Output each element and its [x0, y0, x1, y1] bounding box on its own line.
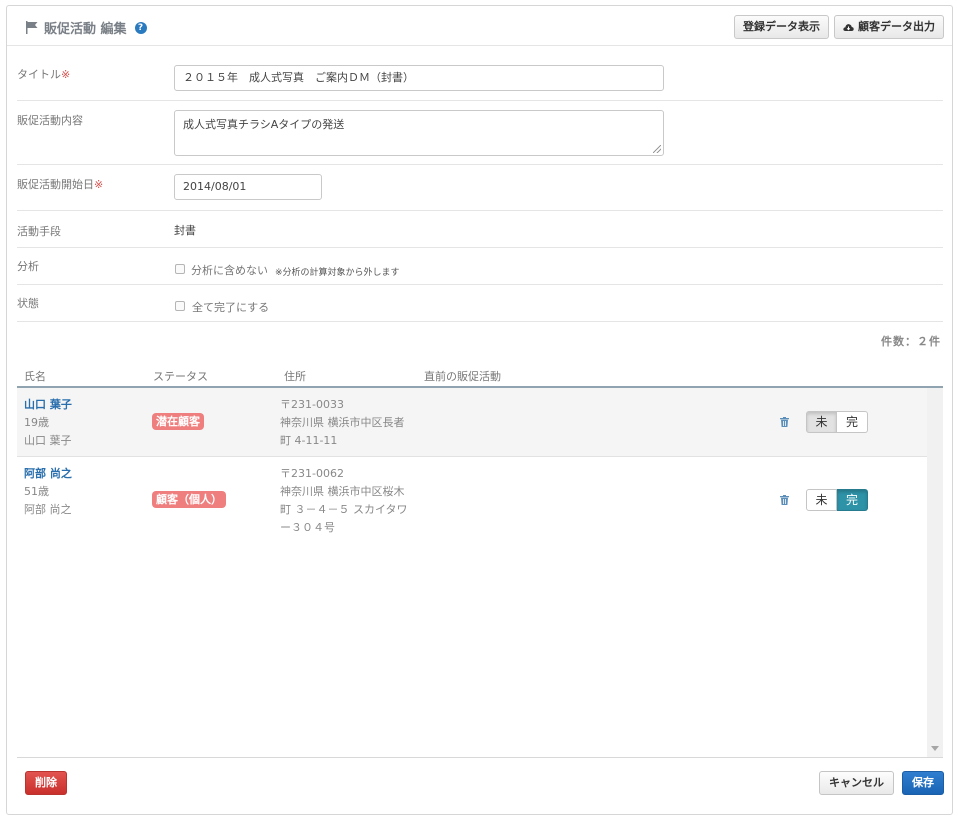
analysis-note: ※分析の計算対象から外します	[275, 268, 400, 278]
page-title: 販促活動 編集 ?	[25, 18, 147, 37]
column-header-name: 氏名	[24, 370, 46, 383]
record-count: 件数：２件	[881, 335, 941, 348]
status-row: 状態 全て完了にする	[17, 285, 943, 322]
show-registered-data-button[interactable]: 登録データ表示	[734, 15, 829, 39]
title-row: タイトル※ ２０１５年 成人式写真 ご案内ＤＭ（封書）	[17, 56, 943, 101]
panel-header: 販促活動 編集 ? 登録データ表示 顧客データ出力	[7, 6, 952, 46]
exclude-analysis-label[interactable]: 分析に含めない	[191, 262, 268, 278]
cloud-download-icon	[843, 23, 854, 31]
table-scrollbar[interactable]	[927, 388, 943, 757]
status-badge: 顧客（個人）	[152, 491, 226, 508]
address-line: ー３０４号	[280, 521, 335, 534]
scroll-down-arrow-icon[interactable]	[931, 746, 939, 751]
customer-name-cell: 阿部 尚之 51歳 阿部 尚之	[24, 465, 72, 519]
status-badge: 潜在顧客	[152, 413, 204, 430]
method-label: 活動手段	[17, 225, 61, 238]
table-row: 阿部 尚之 51歳 阿部 尚之 顧客（個人） 〒231-0062 神奈川県 横浜…	[17, 457, 927, 544]
postal-code: 〒231-0033	[280, 398, 344, 411]
analysis-row: 分析 分析に含めない ※分析の計算対象から外します	[17, 248, 943, 285]
trash-icon[interactable]	[780, 417, 789, 427]
done-button[interactable]: 完	[837, 411, 868, 433]
edit-panel: 販促活動 編集 ? 登録データ表示 顧客データ出力 タイトル※ ２０１５年 成人…	[6, 5, 953, 815]
show-registered-data-label: 登録データ表示	[743, 20, 820, 33]
cancel-button[interactable]: キャンセル	[819, 771, 894, 795]
customer-table-body: 山口 葉子 19歳 山口 葉子 潜在顧客 〒231-0033 神奈川県 横浜市中…	[17, 388, 943, 758]
start-date-label: 販促活動開始日※	[17, 178, 104, 191]
required-mark: ※	[61, 68, 71, 81]
address-line: 町 4-11-11	[280, 434, 338, 447]
complete-all-checkbox[interactable]	[175, 301, 185, 311]
delete-button[interactable]: 削除	[25, 771, 67, 795]
trash-icon[interactable]	[780, 495, 789, 505]
done-button[interactable]: 完	[837, 489, 868, 511]
complete-all-label[interactable]: 全て完了にする	[192, 299, 269, 315]
table-row: 山口 葉子 19歳 山口 葉子 潜在顧客 〒231-0033 神奈川県 横浜市中…	[17, 388, 927, 457]
save-button[interactable]: 保存	[902, 771, 944, 795]
column-header-previous-activity: 直前の販促活動	[424, 370, 501, 383]
address-line: 町 ３－４－５ スカイタワ	[280, 503, 408, 516]
start-date-input[interactable]: 2014/08/01	[174, 174, 322, 200]
content-row: 販促活動内容 成人式写真チラシAタイプの発送	[17, 101, 943, 165]
completion-toggle: 未 完	[806, 411, 868, 433]
help-icon[interactable]: ?	[134, 21, 147, 34]
customer-name-link[interactable]: 阿部 尚之	[24, 465, 72, 483]
postal-code: 〒231-0062	[280, 467, 344, 480]
export-customer-data-button[interactable]: 顧客データ出力	[834, 15, 944, 39]
page-title-text: 販促活動 編集	[44, 22, 127, 37]
method-value: 封書	[174, 224, 196, 237]
address-line: 神奈川県 横浜市中区長者	[280, 416, 405, 429]
content-textarea[interactable]: 成人式写真チラシAタイプの発送	[174, 110, 664, 156]
completion-toggle: 未 完	[806, 489, 868, 511]
analysis-label: 分析	[17, 260, 39, 273]
address-line: 神奈川県 横浜市中区桜木	[280, 485, 405, 498]
customer-age: 19歳	[24, 416, 49, 429]
export-customer-data-label: 顧客データ出力	[858, 20, 935, 33]
customer-age: 51歳	[24, 485, 49, 498]
flag-icon	[26, 21, 38, 34]
start-date-row: 販促活動開始日※ 2014/08/01	[17, 165, 943, 211]
address-cell: 〒231-0062 神奈川県 横浜市中区桜木 町 ３－４－５ スカイタワ ー３０…	[280, 465, 410, 537]
content-text: 成人式写真チラシAタイプの発送	[183, 118, 345, 131]
resize-handle[interactable]	[653, 145, 661, 153]
customer-kana: 阿部 尚之	[24, 503, 72, 516]
content-label: 販促活動内容	[17, 114, 83, 127]
exclude-analysis-checkbox[interactable]	[175, 264, 185, 274]
method-row: 活動手段 封書	[17, 211, 943, 248]
status-label: 状態	[17, 297, 39, 310]
column-header-status: ステータス	[153, 370, 208, 383]
not-done-button[interactable]: 未	[806, 489, 837, 511]
not-done-button[interactable]: 未	[806, 411, 837, 433]
customer-kana: 山口 葉子	[24, 434, 72, 447]
required-mark: ※	[94, 178, 104, 191]
title-label: タイトル※	[17, 68, 71, 81]
customer-name-link[interactable]: 山口 葉子	[24, 396, 72, 414]
customer-name-cell: 山口 葉子 19歳 山口 葉子	[24, 396, 72, 450]
column-header-address: 住所	[284, 370, 306, 383]
address-cell: 〒231-0033 神奈川県 横浜市中区長者 町 4-11-11	[280, 396, 410, 450]
title-input[interactable]: ２０１５年 成人式写真 ご案内ＤＭ（封書）	[174, 65, 664, 91]
